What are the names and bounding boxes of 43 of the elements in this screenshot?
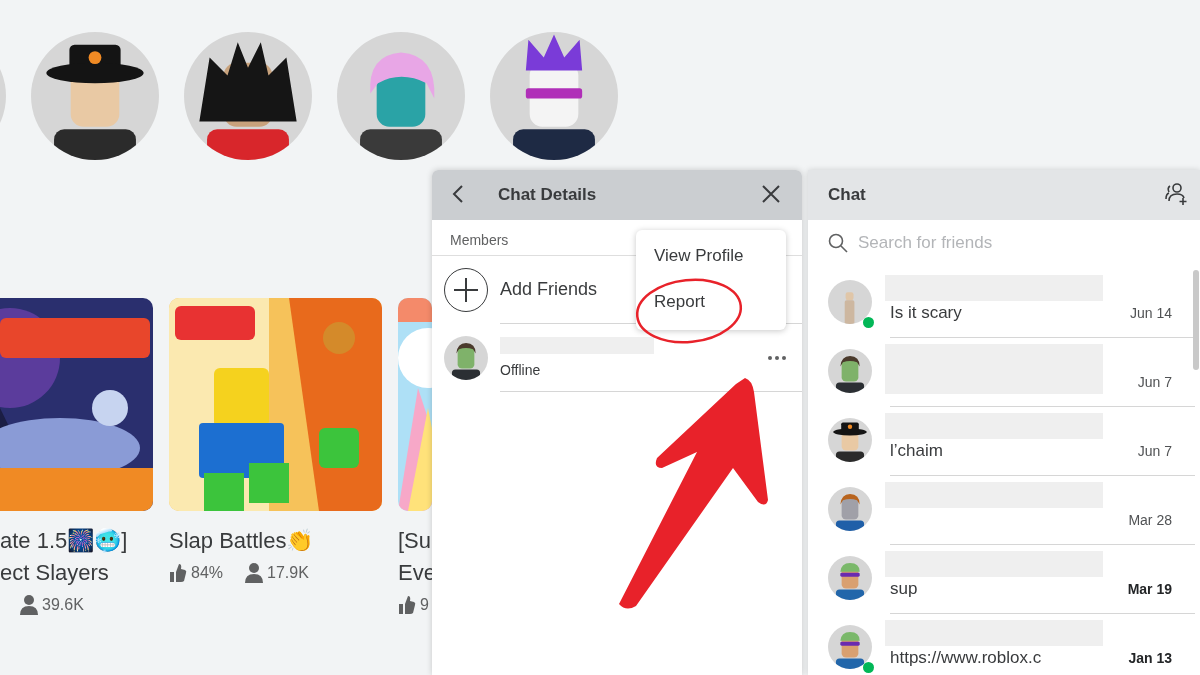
game-title[interactable]: [Su xyxy=(398,525,432,557)
add-friends-label[interactable]: Add Friends xyxy=(500,279,598,300)
back-icon xyxy=(452,183,464,204)
menu-item[interactable]: Report xyxy=(636,284,786,320)
message-date: Mar 19 xyxy=(1127,581,1172,597)
people-add-icon xyxy=(1164,182,1188,205)
message-preview: Is it scary xyxy=(890,303,962,323)
thumbs-up-icon xyxy=(398,595,416,615)
more-icon xyxy=(768,355,786,360)
panel-title: Chat xyxy=(828,185,866,205)
close-icon xyxy=(762,184,780,203)
rating-text: 9 xyxy=(420,596,429,614)
message-date: Jan 13 xyxy=(1128,650,1172,666)
avatar xyxy=(828,418,872,462)
player-count: 17.9K xyxy=(267,564,309,582)
avatar xyxy=(828,349,872,393)
scrollbar[interactable] xyxy=(1193,270,1199,370)
message-preview: https://www.roblox.c xyxy=(890,648,1042,668)
game-title[interactable]: Slap Battles👏 xyxy=(169,525,314,557)
rating-text: 84% xyxy=(191,564,224,582)
message-preview: sup xyxy=(890,579,918,599)
avatar xyxy=(828,487,872,531)
avatar xyxy=(828,556,872,600)
game-title[interactable]: ect Slayers xyxy=(0,557,109,589)
person-icon xyxy=(20,595,38,615)
search-field[interactable]: Search for friends xyxy=(858,233,1158,253)
message-date: Jun 14 xyxy=(1129,305,1172,321)
search-icon xyxy=(828,233,848,253)
message-date: Mar 28 xyxy=(1128,512,1172,528)
message-date: Jun 7 xyxy=(1137,374,1172,390)
avatar xyxy=(828,280,872,324)
game-title[interactable]: ate 1.5🎆🥶] xyxy=(0,525,128,557)
person-icon xyxy=(245,563,264,583)
add-friend-button[interactable] xyxy=(1164,182,1188,208)
message-preview: l’chaim xyxy=(890,441,943,461)
avatar xyxy=(828,625,872,669)
thumbs-up-icon xyxy=(169,563,187,583)
plus-icon xyxy=(454,277,478,302)
status-text: Offline xyxy=(500,362,542,378)
player-count: 39.6K xyxy=(42,596,84,614)
message-date: Jun 7 xyxy=(1137,443,1172,459)
panel-title: Chat Details xyxy=(498,185,597,205)
avatar xyxy=(444,335,488,380)
